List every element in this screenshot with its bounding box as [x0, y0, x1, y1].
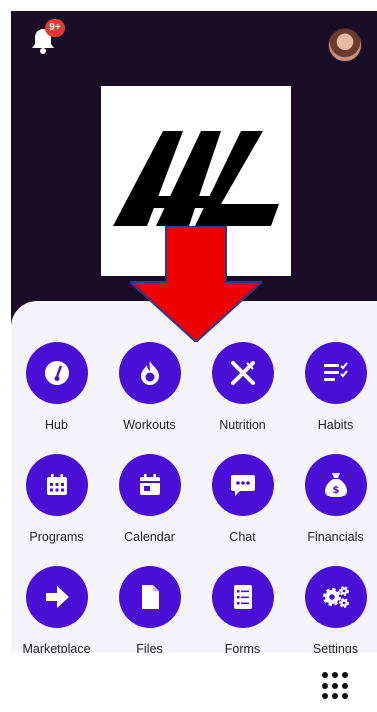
workouts-button[interactable]: [118, 342, 181, 404]
menu-tile-programs[interactable]: Programs: [10, 454, 103, 544]
menu-tile-hub[interactable]: Hub: [10, 342, 103, 432]
menu-tile-nutrition[interactable]: Nutrition: [196, 342, 289, 432]
checklist-icon: [323, 362, 348, 381]
forms-button[interactable]: [211, 566, 274, 628]
file-icon: [141, 585, 159, 609]
menu-tile-financials[interactable]: $ Financials: [289, 454, 377, 544]
fork-knife-icon: [230, 361, 255, 385]
notification-badge: 9+: [45, 19, 65, 37]
marketplace-button[interactable]: [25, 566, 88, 628]
gears-icon: [322, 586, 349, 608]
speedometer-icon: [44, 361, 69, 385]
bottom-bar: [0, 653, 377, 712]
chat-bubble-icon: [230, 475, 255, 496]
nutrition-button[interactable]: [211, 342, 274, 404]
money-bag-icon: $: [324, 473, 347, 497]
financials-label: Financials: [307, 530, 364, 544]
settings-button[interactable]: [304, 566, 367, 628]
calendar-grid-icon: [46, 474, 67, 495]
down-arrow-icon: [130, 226, 262, 342]
financials-button[interactable]: $: [304, 454, 367, 516]
flame-icon: [140, 361, 159, 385]
chat-label: Chat: [229, 530, 256, 544]
hub-label: Hub: [45, 418, 68, 432]
navigation-arrow-icon: [45, 586, 69, 608]
hub-button[interactable]: [25, 342, 88, 404]
menu-tile-chat[interactable]: Chat: [196, 454, 289, 544]
menu-tile-workouts[interactable]: Workouts: [103, 342, 196, 432]
svg-text:$: $: [332, 485, 339, 496]
form-icon: [233, 585, 252, 609]
calendar-button[interactable]: [118, 454, 181, 516]
menu-tile-settings[interactable]: Settings: [289, 566, 377, 656]
apps-grid-icon[interactable]: [322, 672, 350, 700]
workouts-label: Workouts: [123, 418, 176, 432]
menu-tile-forms[interactable]: Forms: [196, 566, 289, 656]
calendar-icon: [139, 474, 160, 495]
menu-tile-files[interactable]: Files: [103, 566, 196, 656]
nutrition-label: Nutrition: [219, 418, 266, 432]
programs-label: Programs: [29, 530, 84, 544]
habits-button[interactable]: [304, 342, 367, 404]
avatar[interactable]: [328, 28, 362, 62]
menu-tile-habits[interactable]: Habits: [289, 342, 377, 432]
programs-button[interactable]: [25, 454, 88, 516]
chat-button[interactable]: [211, 454, 274, 516]
calendar-label: Calendar: [124, 530, 175, 544]
files-button[interactable]: [118, 566, 181, 628]
habits-label: Habits: [317, 418, 354, 432]
menu-tile-marketplace[interactable]: Marketplace: [10, 566, 103, 656]
menu-tile-calendar[interactable]: Calendar: [103, 454, 196, 544]
